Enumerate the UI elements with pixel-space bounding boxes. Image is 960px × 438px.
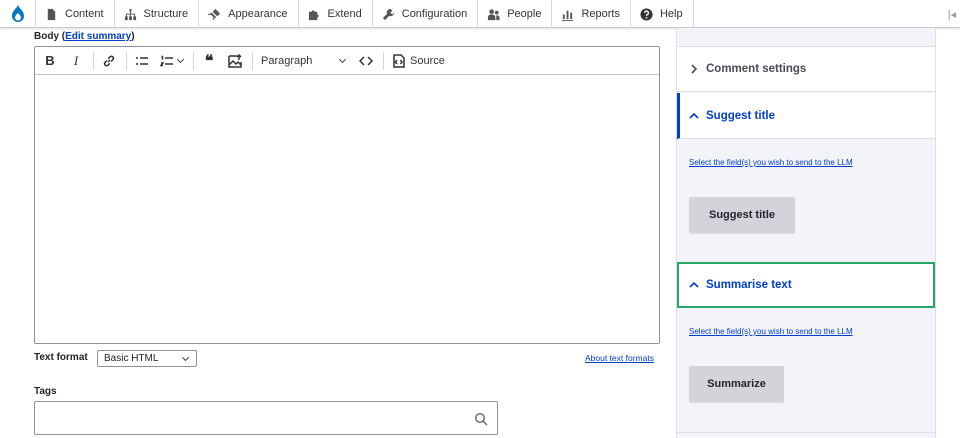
- image-upload-icon: [228, 53, 242, 68]
- about-text-formats-link[interactable]: About text formats: [585, 353, 654, 363]
- toolbar-separator: [383, 51, 384, 70]
- blockquote-button[interactable]: ❝: [198, 50, 220, 72]
- toolbar-extend-label: Extend: [327, 8, 362, 20]
- numbered-list-icon: [159, 55, 173, 66]
- comment-settings-label: Comment settings: [706, 63, 807, 75]
- toolbar-separator: [252, 51, 253, 70]
- heading-dropdown[interactable]: Paragraph: [257, 50, 351, 72]
- link-button[interactable]: [98, 50, 120, 72]
- toolbar-configuration[interactable]: Configuration: [373, 0, 479, 28]
- toolbar-content-label: Content: [65, 8, 104, 20]
- body-field-label: Body (Edit summary): [34, 31, 135, 42]
- link-icon: [103, 55, 115, 66]
- summarise-text-field-select-link[interactable]: Select the field(s) you wish to send to …: [689, 327, 853, 336]
- toolbar-orientation-toggle[interactable]: |◂: [944, 0, 960, 28]
- body-editor: B I ❝ Paragraph Source: [34, 46, 660, 344]
- source-icon: [393, 53, 405, 68]
- chevron-down-icon: [176, 58, 184, 64]
- toolbar-structure[interactable]: Structure: [115, 0, 200, 28]
- code-icon: [359, 55, 373, 66]
- suggest-title-button[interactable]: Suggest title: [689, 197, 795, 233]
- bulleted-list-icon: [136, 56, 148, 65]
- wrench-icon: [382, 8, 394, 20]
- toolbar-content[interactable]: Content: [36, 0, 115, 28]
- help-icon: [640, 7, 653, 21]
- sitemap-icon: [124, 8, 136, 20]
- text-format-select[interactable]: Basic HTML: [97, 350, 197, 367]
- numbered-list-button[interactable]: [157, 50, 187, 72]
- heading-dropdown-label: Paragraph: [261, 54, 313, 67]
- toolbar-help-label: Help: [659, 8, 683, 20]
- edit-summary-link[interactable]: Edit summary: [65, 31, 131, 42]
- chevron-down-icon: [181, 356, 190, 362]
- suggest-title-field-select-link[interactable]: Select the field(s) you wish to send to …: [689, 158, 853, 167]
- source-button-label: Source: [410, 54, 445, 67]
- quote-icon: ❝: [204, 52, 214, 70]
- toolbar-appearance-label: Appearance: [228, 8, 288, 20]
- chevron-up-icon: [689, 281, 699, 288]
- toolbar-appearance[interactable]: Appearance: [199, 0, 299, 28]
- puzzle-icon: [308, 9, 319, 20]
- toolbar-extend[interactable]: Extend: [299, 0, 373, 28]
- toolbar-people-label: People: [507, 8, 542, 20]
- chevron-up-icon: [689, 112, 699, 119]
- bar-chart-icon: [562, 10, 574, 21]
- toolbar-separator: [193, 51, 194, 70]
- suggest-title-toggle[interactable]: Suggest title: [677, 93, 935, 139]
- chevron-right-icon: [691, 64, 698, 74]
- toolbar-separator: [126, 51, 127, 70]
- toolbar-reports-label: Reports: [581, 8, 620, 20]
- comment-settings-toggle[interactable]: Comment settings: [677, 46, 935, 92]
- italic-button[interactable]: I: [65, 50, 87, 72]
- toolbar-separator: [93, 51, 94, 70]
- bold-icon: B: [45, 53, 55, 68]
- drupal-logo-icon: [11, 4, 24, 22]
- insert-image-button[interactable]: [224, 50, 246, 72]
- tags-input[interactable]: [34, 401, 498, 435]
- toolbar-people[interactable]: People: [478, 0, 553, 28]
- editor-content-area[interactable]: [35, 75, 659, 343]
- italic-icon: I: [73, 52, 79, 68]
- search-icon: [474, 412, 488, 426]
- brush-icon: [208, 8, 221, 20]
- file-icon: [47, 8, 56, 20]
- bulleted-list-button[interactable]: [131, 50, 153, 72]
- chevron-down-icon: [338, 58, 347, 64]
- summarise-text-heading: Summarise text: [706, 279, 792, 291]
- toolbar-reports[interactable]: Reports: [552, 0, 631, 28]
- text-format-value: Basic HTML: [104, 353, 159, 364]
- people-icon: [488, 8, 500, 20]
- sidebar-divider: [677, 432, 935, 433]
- source-button[interactable]: Source: [388, 50, 449, 72]
- sidebar: Comment settings Suggest title Select th…: [676, 28, 936, 438]
- suggest-title-heading: Suggest title: [706, 109, 776, 122]
- toolbar-help[interactable]: Help: [631, 0, 694, 28]
- drupal-home-button[interactable]: [0, 0, 36, 28]
- summarize-button[interactable]: Summarize: [689, 366, 784, 402]
- summarise-text-toggle[interactable]: Summarise text: [677, 262, 935, 308]
- toolbar-structure-label: Structure: [143, 8, 189, 20]
- text-format-label: Text format: [34, 352, 88, 363]
- bold-button[interactable]: B: [39, 50, 61, 72]
- code-button[interactable]: [355, 50, 377, 72]
- editor-toolbar: B I ❝ Paragraph Source: [35, 47, 659, 75]
- tags-label: Tags: [34, 386, 57, 397]
- toolbar-configuration-label: Configuration: [401, 8, 468, 20]
- admin-toolbar: Content Structure Appearance Extend Conf…: [0, 0, 960, 28]
